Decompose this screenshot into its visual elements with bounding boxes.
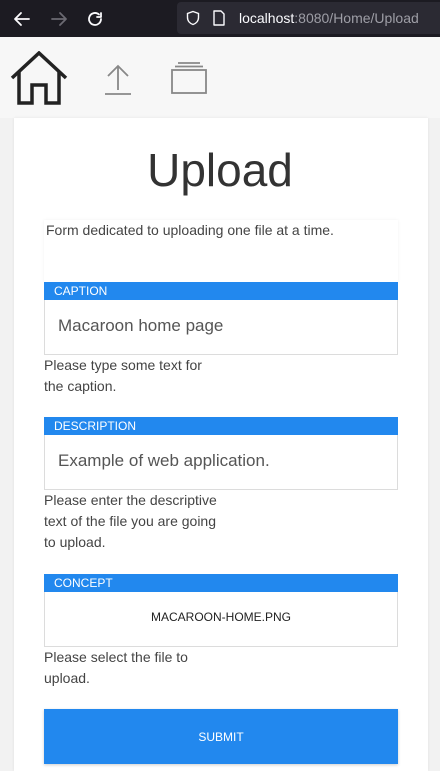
description-label: DESCRIPTION bbox=[44, 417, 398, 435]
reload-icon bbox=[88, 12, 102, 26]
description-field[interactable]: Example of web application. bbox=[44, 435, 398, 490]
concept-help: Please select the file to upload. bbox=[44, 649, 188, 686]
url-path: :8080/Home/Upload bbox=[294, 10, 419, 26]
reload-button[interactable] bbox=[82, 6, 108, 32]
caption-field[interactable]: Macaroon home page bbox=[44, 300, 398, 355]
url-text[interactable]: localhost:8080/Home/Upload bbox=[239, 10, 419, 26]
home-button[interactable] bbox=[10, 51, 68, 105]
submit-button[interactable]: SUBMIT bbox=[44, 709, 398, 764]
back-button[interactable] bbox=[9, 6, 35, 32]
concept-file-picker[interactable]: MACAROON-HOME.PNG bbox=[44, 592, 398, 647]
url-host: localhost bbox=[239, 10, 295, 26]
shield-icon[interactable] bbox=[185, 10, 201, 26]
arrow-left-icon bbox=[14, 12, 30, 26]
description-value: Example of web application. bbox=[58, 451, 270, 470]
concept-filename: MACAROON-HOME.PNG bbox=[150, 610, 291, 624]
page-title: Upload bbox=[147, 144, 293, 196]
home-icon bbox=[10, 51, 68, 105]
description-help: Please enter the descriptive text of the… bbox=[44, 492, 217, 550]
url-bar[interactable]: localhost:8080/Home/Upload bbox=[177, 2, 440, 34]
upload-button[interactable] bbox=[104, 64, 132, 96]
windows-icon bbox=[171, 62, 207, 94]
app-toolbar bbox=[0, 37, 440, 118]
browser-toolbar: localhost:8080/Home/Upload bbox=[0, 0, 440, 37]
upload-icon bbox=[105, 64, 131, 95]
page-icon[interactable] bbox=[212, 10, 226, 26]
windows-button[interactable] bbox=[171, 62, 207, 94]
caption-label: CAPTION bbox=[44, 282, 398, 300]
caption-help: Please type some text for the caption. bbox=[44, 357, 202, 394]
concept-label: CONCEPT bbox=[44, 574, 398, 592]
caption-value: Macaroon home page bbox=[58, 316, 224, 335]
arrow-right-icon bbox=[51, 12, 67, 26]
forward-button[interactable] bbox=[46, 6, 72, 32]
form-intro: Form dedicated to uploading one file at … bbox=[46, 222, 334, 238]
